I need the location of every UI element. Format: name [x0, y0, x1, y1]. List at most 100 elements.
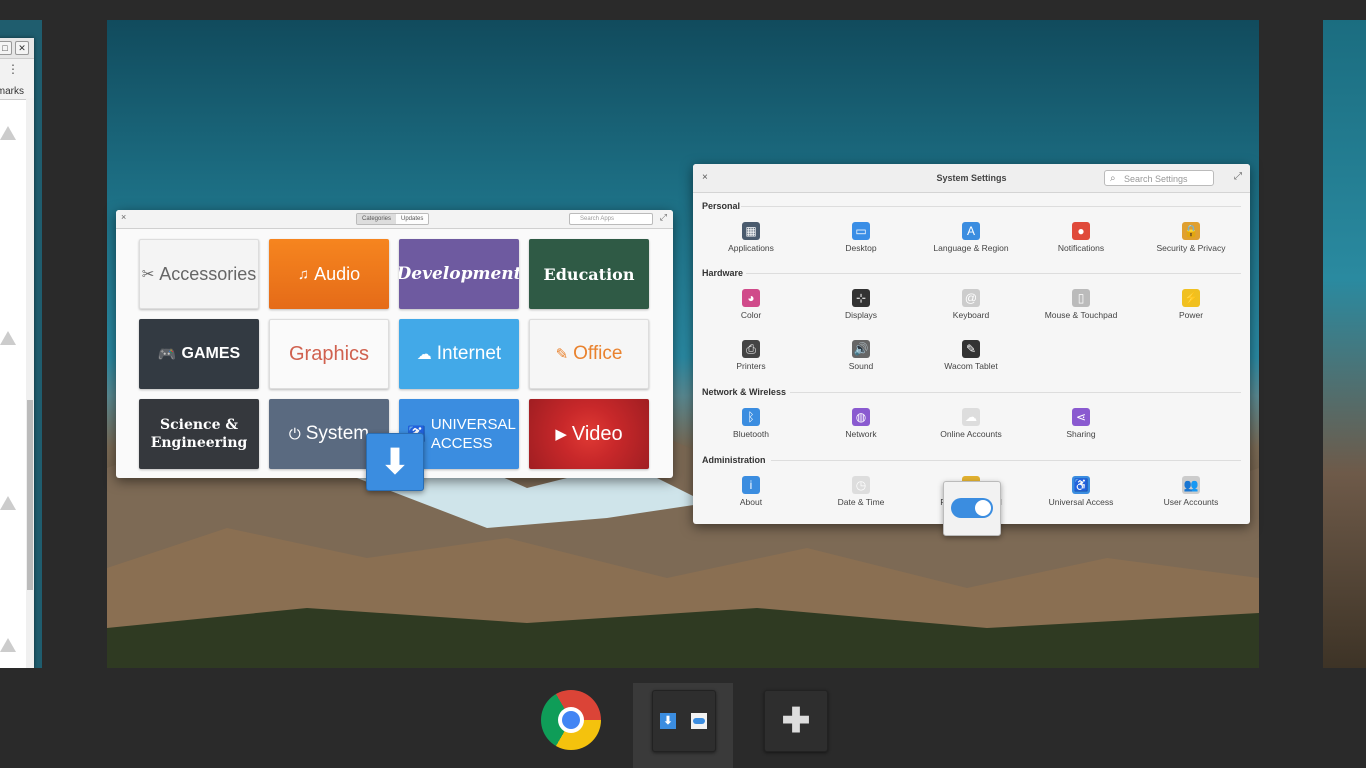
settings-item-label: Bluetooth: [733, 429, 769, 439]
category-science-engineering[interactable]: Science & Engineering: [139, 399, 259, 469]
settings-item-label: Power: [1178, 310, 1204, 320]
app-center-headerbar: × Categories Updates Search Apps ⤢: [116, 210, 673, 229]
close-icon[interactable]: ×: [121, 212, 126, 222]
restore-icon[interactable]: □: [0, 41, 12, 55]
download-arrow-icon[interactable]: ⬇: [366, 433, 424, 491]
left-workspace-preview[interactable]: □ ✕ ⋮ marks: [0, 20, 42, 668]
settings-item[interactable]: ⋖ Sharing: [1026, 408, 1136, 439]
displays-icon: ⊹: [852, 289, 870, 307]
browser-window-preview[interactable]: □ ✕ ⋮ marks: [0, 38, 34, 668]
category-video[interactable]: ▶ Video: [529, 399, 649, 469]
play-icon: ▶: [555, 426, 567, 443]
settings-item-label: Universal Access: [1048, 497, 1114, 507]
section-divider: [741, 206, 1241, 207]
settings-item[interactable]: ♿ Universal Access: [1026, 476, 1136, 507]
settings-item[interactable]: 🔊 Sound: [806, 340, 916, 371]
category-accessories[interactable]: ✂ Accessories: [139, 239, 259, 309]
menu-icon[interactable]: ⋮: [7, 62, 19, 76]
settings-item[interactable]: ✎ Wacom Tablet: [916, 340, 1026, 371]
workspace-thumbnail[interactable]: ⬇: [652, 690, 716, 752]
toggle-switch-icon: [691, 713, 707, 729]
category-office[interactable]: ✎ Office: [529, 319, 649, 389]
chrome-core: [562, 711, 580, 729]
settings-item[interactable]: @ Keyboard: [916, 289, 1026, 320]
category-label: UNIVERSAL ACCESS: [430, 416, 516, 452]
category-label: Audio: [314, 263, 361, 284]
maximize-icon[interactable]: ⤢: [660, 212, 667, 223]
toggle-switch-icon[interactable]: [943, 481, 1001, 536]
scrollbar-thumb[interactable]: [27, 400, 33, 590]
settings-item-label: Network: [845, 429, 877, 439]
printer-icon: ⎙: [742, 340, 760, 358]
category-label: Internet: [436, 343, 502, 364]
settings-item-label: Keyboard: [952, 310, 990, 320]
category-label: Office: [573, 343, 623, 364]
language-icon: A: [962, 222, 980, 240]
settings-item[interactable]: ◍ Network: [806, 408, 916, 439]
network-icon: ◍: [852, 408, 870, 426]
settings-item-label: Security & Privacy: [1156, 243, 1226, 253]
settings-item-label: Date & Time: [837, 497, 885, 507]
scrollbar[interactable]: [26, 98, 34, 668]
category-label: GAMES: [181, 345, 241, 362]
settings-item-label: About: [739, 497, 763, 507]
settings-item[interactable]: ᛒ Bluetooth: [696, 408, 806, 439]
tab-updates[interactable]: Updates: [396, 214, 429, 224]
category-audio[interactable]: ♫ Audio: [269, 239, 389, 309]
tab-categories[interactable]: Categories: [357, 214, 397, 224]
category-label: Education: [543, 264, 635, 284]
settings-item[interactable]: 👥 User Accounts: [1136, 476, 1246, 507]
settings-item-label: User Accounts: [1163, 497, 1219, 507]
category-label: Science & Engineering: [150, 417, 248, 451]
settings-item[interactable]: ▭ Desktop: [806, 222, 916, 253]
settings-item[interactable]: ⊹ Displays: [806, 289, 916, 320]
accessories-icon: ✂: [141, 266, 155, 283]
settings-item-label: Color: [740, 310, 762, 320]
section-divider: [790, 392, 1241, 393]
settings-item[interactable]: ☁ Online Accounts: [916, 408, 1026, 439]
settings-item-label: Sharing: [1066, 429, 1096, 439]
settings-item[interactable]: ⚡ Power: [1136, 289, 1246, 320]
desktop-icon: ▭: [852, 222, 870, 240]
settings-item[interactable]: ◕ Color: [696, 289, 806, 320]
settings-item[interactable]: A Language & Region: [916, 222, 1026, 253]
system-settings-window[interactable]: × System Settings ⌕ Search Settings ⤢ Per…: [693, 164, 1250, 524]
settings-item[interactable]: ▦ Applications: [696, 222, 806, 253]
maximize-icon[interactable]: ⤢: [1234, 171, 1242, 182]
settings-item[interactable]: ▯ Mouse & Touchpad: [1026, 289, 1136, 320]
tablet-icon: ✎: [962, 340, 980, 358]
settings-item[interactable]: i About: [696, 476, 806, 507]
settings-item[interactable]: ⎙ Printers: [696, 340, 806, 371]
user-accounts-icon: 👥: [1182, 476, 1200, 494]
browser-titlebar: □ ✕: [0, 38, 34, 59]
category-label: Graphics: [288, 342, 370, 365]
settings-item-label: Notifications: [1057, 243, 1105, 253]
right-workspace-preview[interactable]: [1323, 20, 1366, 668]
search-input[interactable]: Search Apps: [569, 213, 653, 225]
chrome-icon[interactable]: [541, 690, 601, 750]
settings-item[interactable]: 🔒 Security & Privacy: [1136, 222, 1246, 253]
mouse-icon: ▯: [1072, 289, 1090, 307]
settings-item-label: Displays: [844, 310, 878, 320]
search-input[interactable]: ⌕ Search Settings: [1104, 170, 1214, 186]
category-graphics[interactable]: Graphics: [269, 319, 389, 389]
gamepad-icon: 🎮: [157, 346, 177, 363]
category-internet[interactable]: ☁ Internet: [399, 319, 519, 389]
settings-item[interactable]: ● Notifications: [1026, 222, 1136, 253]
category-development[interactable]: Development: [399, 239, 519, 309]
settings-item[interactable]: ◷ Date & Time: [806, 476, 916, 507]
category-games[interactable]: 🎮 GAMES: [139, 319, 259, 389]
lock-icon: 🔒: [1182, 222, 1200, 240]
view-switcher[interactable]: Categories Updates: [356, 213, 430, 225]
speaker-icon: 🔊: [852, 340, 870, 358]
add-workspace-button[interactable]: ✚: [764, 690, 828, 752]
download-arrow-icon: ⬇: [660, 713, 676, 729]
close-icon[interactable]: ✕: [15, 41, 29, 55]
section-title: Administration: [702, 455, 766, 465]
settings-item-label: Sound: [848, 361, 874, 371]
bookmarks-label[interactable]: marks: [0, 86, 24, 97]
section-title: Network & Wireless: [702, 387, 786, 397]
category-label: Accessories: [159, 263, 257, 284]
category-education[interactable]: Education: [529, 239, 649, 309]
cloud-icon: ☁: [416, 346, 432, 363]
